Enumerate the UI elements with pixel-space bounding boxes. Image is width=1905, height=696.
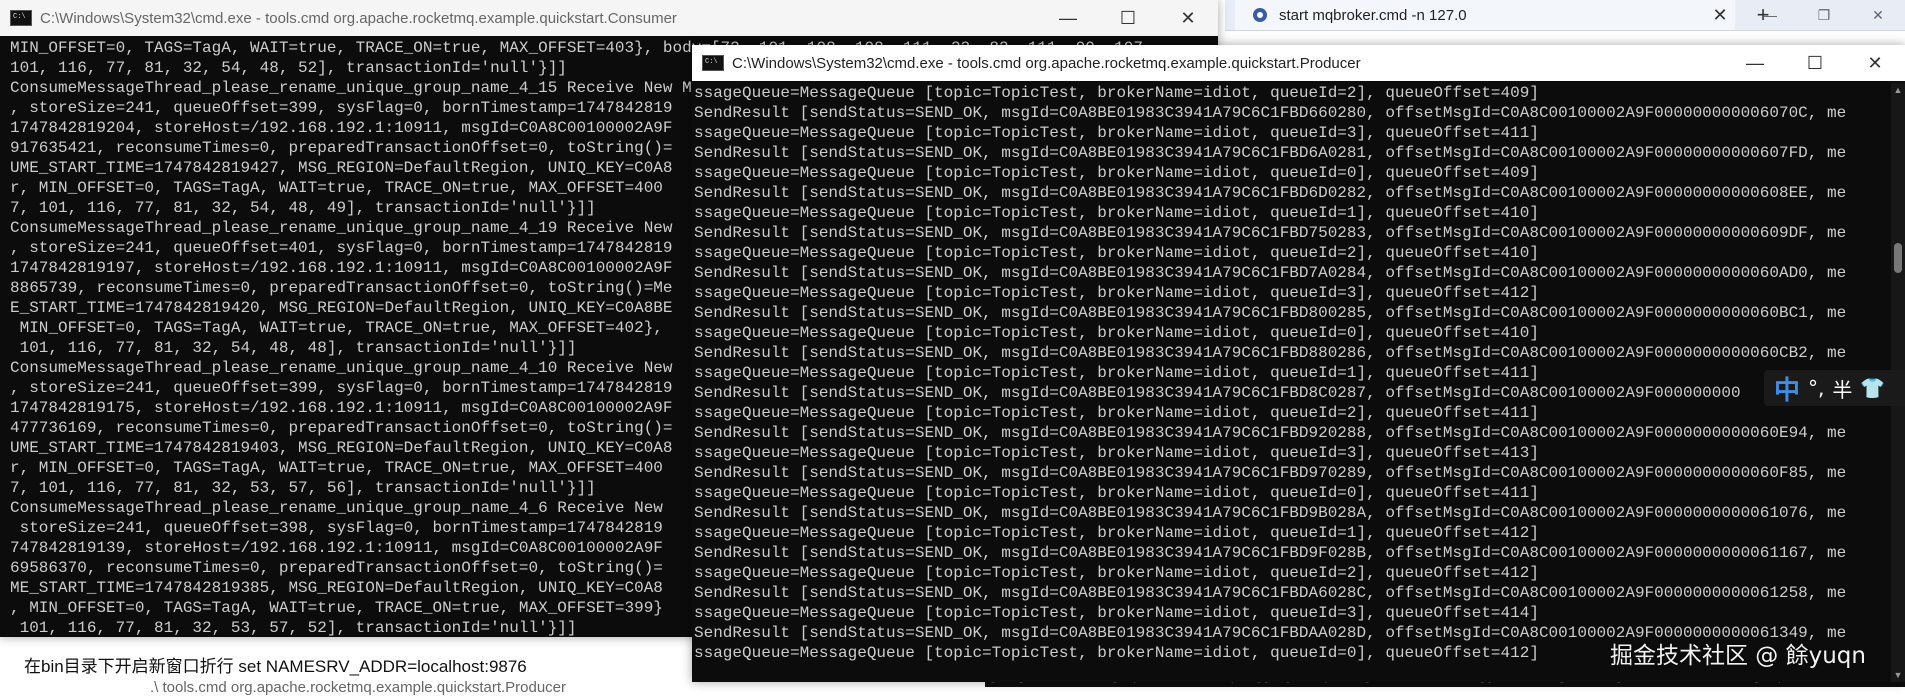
ime-skin-icon[interactable]: 👕 bbox=[1860, 376, 1885, 400]
note-line: 在bin目录下开启新窗口折行 set NAMESRV_ADDR=localhos… bbox=[24, 657, 527, 676]
bg-maximize-button[interactable]: ❐ bbox=[1797, 0, 1851, 30]
console-line: ssageQueue=MessageQueue [topic=TopicTest… bbox=[694, 324, 1539, 342]
tab-close-button[interactable]: ✕ bbox=[1705, 5, 1735, 26]
ime-toolbar[interactable]: 中 °, 半 👕 bbox=[1764, 370, 1905, 406]
console-line: ssageQueue=MessageQueue [topic=TopicTest… bbox=[694, 444, 1539, 462]
console-line: ssageQueue=MessageQueue [topic=TopicTest… bbox=[694, 604, 1539, 622]
console-line: ssageQueue=MessageQueue [topic=TopicTest… bbox=[694, 204, 1539, 222]
cmd-app-icon bbox=[10, 10, 32, 26]
consumer-window-title: C:\Windows\System32\cmd.exe - tools.cmd … bbox=[40, 9, 677, 27]
scrollbar-thumb[interactable] bbox=[1894, 243, 1902, 273]
minimize-button[interactable]: — bbox=[1038, 0, 1098, 36]
maximize-button[interactable]: ☐ bbox=[1098, 0, 1158, 36]
console-line: SendResult [sendStatus=SEND_OK, msgId=C0… bbox=[694, 584, 1847, 602]
scroll-down-arrow-icon[interactable]: ▼ bbox=[1891, 670, 1905, 680]
maximize-button[interactable]: ☐ bbox=[1785, 45, 1845, 81]
close-button[interactable]: ✕ bbox=[1158, 0, 1218, 36]
console-line: SendResult [sendStatus=SEND_OK, msgId=C0… bbox=[694, 544, 1847, 562]
console-line: SendResult [sendStatus=SEND_OK, msgId=C0… bbox=[694, 464, 1847, 482]
console-line: SendResult [sendStatus=SEND_OK, msgId=C0… bbox=[694, 344, 1847, 362]
background-window-controls: — ❐ ✕ bbox=[1743, 0, 1905, 30]
producer-window-title: C:\Windows\System32\cmd.exe - tools.cmd … bbox=[732, 54, 1361, 72]
console-line: SendResult [sendStatus=SEND_OK, msgId=C0… bbox=[694, 264, 1847, 282]
console-line: ssageQueue=MessageQueue [topic=TopicTest… bbox=[694, 124, 1539, 142]
console-line: SendResult [sendStatus=SEND_OK, msgId=C0… bbox=[694, 504, 1847, 522]
close-button[interactable]: ✕ bbox=[1845, 45, 1905, 81]
console-line: ssageQueue=MessageQueue [topic=TopicTest… bbox=[694, 284, 1539, 302]
console-line: ssageQueue=MessageQueue [topic=TopicTest… bbox=[694, 484, 1539, 502]
background-terminal-tabstrip: start mqbroker.cmd -n 127.0 ✕ + — ❐ ✕ bbox=[1225, 0, 1905, 31]
console-line: SendResult [sendStatus=SEND_OK, msgId=C0… bbox=[694, 384, 1741, 402]
minimize-button[interactable]: — bbox=[1725, 45, 1785, 81]
bg-close-button[interactable]: ✕ bbox=[1851, 0, 1905, 30]
console-line: SendResult [sendStatus=SEND_OK, msgId=C0… bbox=[694, 104, 1847, 122]
console-line: SendResult [sendStatus=SEND_OK, msgId=C0… bbox=[694, 424, 1847, 442]
scroll-up-arrow-icon[interactable]: ▲ bbox=[1891, 85, 1905, 95]
console-line: SendResult [sendStatus=SEND_OK, msgId=C0… bbox=[694, 144, 1847, 162]
console-line: ssageQueue=MessageQueue [topic=TopicTest… bbox=[694, 84, 1539, 102]
console-line: ssageQueue=MessageQueue [topic=TopicTest… bbox=[694, 564, 1539, 582]
console-line: ssageQueue=MessageQueue [topic=TopicTest… bbox=[694, 244, 1539, 262]
tab-start-mqbroker[interactable]: start mqbroker.cmd -n 127.0 ✕ bbox=[1235, 0, 1735, 30]
console-line: SendResult [sendStatus=SEND_OK, msgId=C0… bbox=[694, 224, 1847, 242]
note-line-faded: .\ tools.cmd org.apache.rocketmq.example… bbox=[150, 679, 567, 696]
ime-width-toggle[interactable]: 半 bbox=[1832, 374, 1852, 403]
cmd-app-icon bbox=[702, 55, 724, 71]
ime-chinese-mode-toggle[interactable]: 中 bbox=[1774, 370, 1800, 407]
terminal-tab-icon bbox=[1253, 8, 1267, 22]
ime-punctuation-toggle[interactable]: °, bbox=[1808, 376, 1824, 400]
console-line: SendResult [sendStatus=SEND_OK, msgId=C0… bbox=[694, 304, 1847, 322]
console-line: SendResult [sendStatus=SEND_OK, msgId=C0… bbox=[694, 184, 1847, 202]
tab-title: start mqbroker.cmd -n 127.0 bbox=[1279, 6, 1467, 24]
producer-cmd-window[interactable]: C:\Windows\System32\cmd.exe - tools.cmd … bbox=[692, 45, 1905, 682]
console-line: ssageQueue=MessageQueue [topic=TopicTest… bbox=[694, 364, 1539, 382]
console-line: ssageQueue=MessageQueue [topic=TopicTest… bbox=[694, 164, 1539, 182]
bg-minimize-button[interactable]: — bbox=[1743, 0, 1797, 30]
console-line: ssageQueue=MessageQueue [topic=TopicTest… bbox=[694, 524, 1539, 542]
console-line: ssageQueue=MessageQueue [topic=TopicTest… bbox=[694, 404, 1539, 422]
producer-console-output[interactable]: ssageQueue=MessageQueue [topic=TopicTest… bbox=[692, 83, 1891, 682]
watermark: 掘金技术社区 @ 餘yuqn bbox=[1610, 643, 1866, 669]
producer-titlebar[interactable]: C:\Windows\System32\cmd.exe - tools.cmd … bbox=[692, 45, 1905, 81]
consumer-titlebar[interactable]: C:\Windows\System32\cmd.exe - tools.cmd … bbox=[0, 0, 1218, 36]
